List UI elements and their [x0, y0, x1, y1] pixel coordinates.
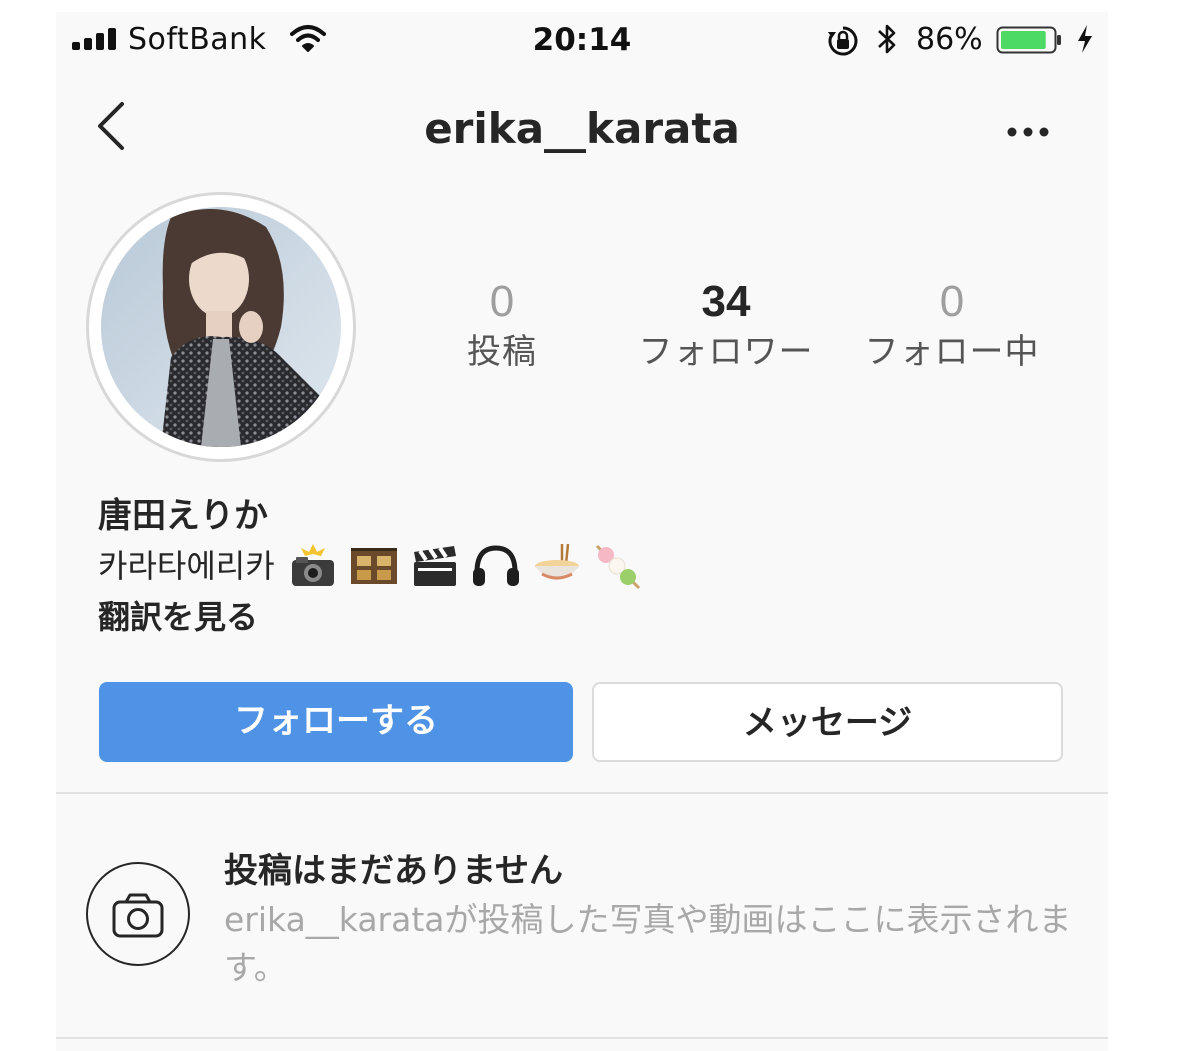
stat-followers[interactable]: 34 フォロワー: [616, 274, 836, 374]
following-label: フォロー中: [864, 332, 1040, 372]
posts-label: 投稿: [467, 332, 537, 372]
bio-text: 카라타에리카: [98, 547, 275, 585]
rotation-lock-icon: [828, 26, 858, 56]
clapper-board-icon: [410, 542, 460, 590]
section-divider: [56, 792, 1108, 794]
noodle-bowl-icon: [532, 542, 582, 590]
battery-icon: [996, 26, 1061, 54]
dango-icon: [593, 542, 643, 590]
charging-icon: [1078, 25, 1092, 53]
stat-following[interactable]: 0 フォロー中: [842, 274, 1062, 374]
following-count: 0: [939, 277, 965, 326]
empty-state-description: erika__karataが投稿した写真や動画はここに表示されます。: [224, 900, 1072, 987]
profile-stats: 0 投稿 34 フォロワー 0 フォロー中: [56, 274, 1108, 384]
camera-outline-icon: [86, 862, 190, 966]
posts-count: 0: [489, 277, 515, 326]
empty-state-title: 投稿はまだありません: [224, 851, 563, 891]
battery-percent: 86%: [916, 22, 983, 57]
status-bar: SoftBank 20:14 86%: [56, 12, 1108, 70]
followers-label: フォロワー: [638, 332, 814, 372]
message-button[interactable]: メッセージ: [592, 682, 1063, 762]
followers-count: 34: [701, 277, 751, 326]
bio-line: 카라타에리카: [98, 540, 1078, 592]
see-translation-link[interactable]: 翻訳を見る: [98, 592, 1078, 642]
headphones-icon: [471, 542, 521, 590]
stat-posts[interactable]: 0 投稿: [392, 274, 612, 374]
navigation-bar: erika__karata: [56, 82, 1108, 182]
bottom-divider: [56, 1037, 1108, 1039]
follow-button[interactable]: フォローする: [99, 682, 573, 762]
profile-bio: 唐田えりか 카라타에리카 翻訳を見る: [98, 492, 1078, 642]
display-name: 唐田えりか: [98, 496, 268, 536]
film-frames-icon: [349, 542, 399, 590]
profile-screen: SoftBank 20:14 86% erika__karata 0 投稿 34…: [56, 12, 1108, 1051]
camera-flash-icon: [288, 542, 338, 590]
more-horizontal-icon[interactable]: [1000, 112, 1056, 152]
bluetooth-icon: [878, 24, 896, 54]
bio-emojis: [288, 542, 649, 590]
profile-username: erika__karata: [424, 104, 740, 153]
